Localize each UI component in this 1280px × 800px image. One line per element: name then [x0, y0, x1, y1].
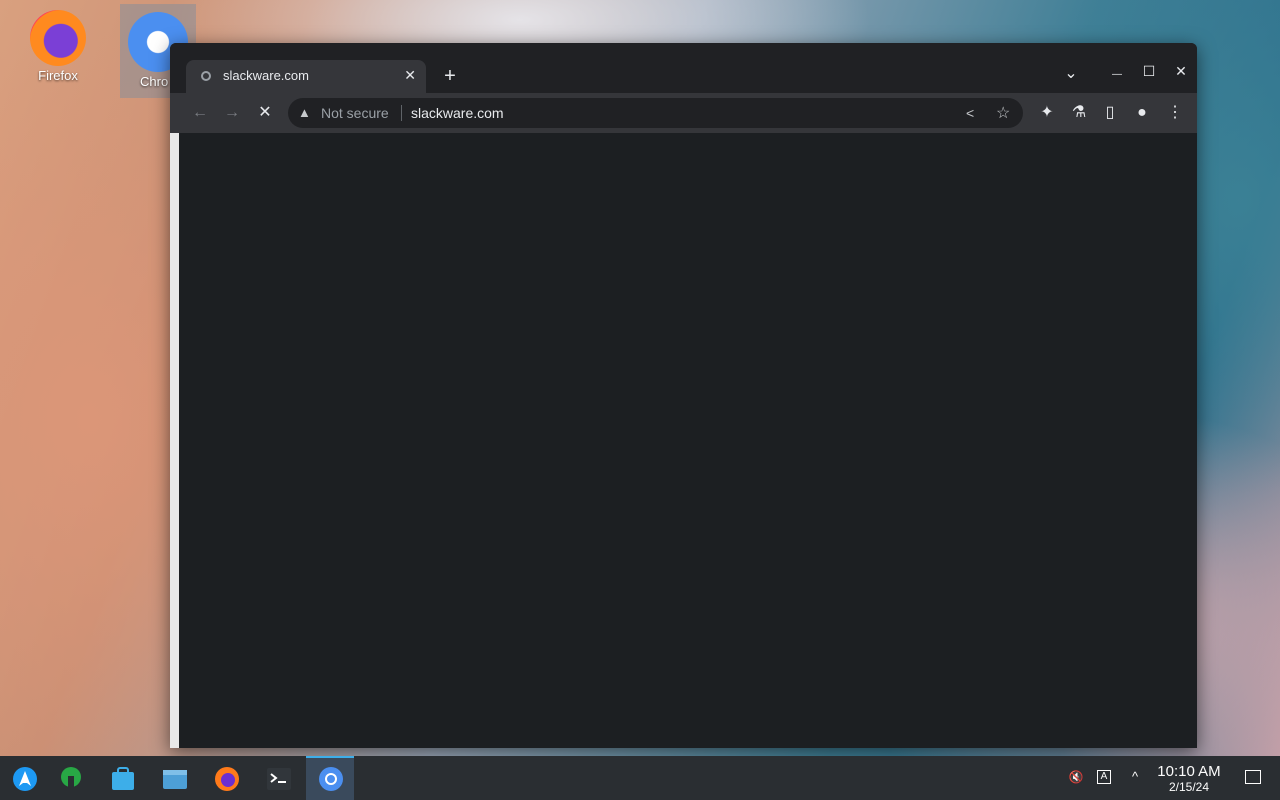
forward-icon[interactable]: →: [222, 103, 242, 123]
new-tab-button[interactable]: +: [440, 64, 460, 88]
page-content[interactable]: [179, 133, 1197, 748]
arch-launcher-icon: [13, 767, 37, 791]
toolbar: ← → ✕ ▲ Not secure slackware.com < ☆ ✦ ⚗…: [170, 93, 1197, 133]
chromium-icon: [319, 767, 343, 791]
tab-title: slackware.com: [223, 68, 309, 83]
address-bar[interactable]: ▲ Not secure slackware.com < ☆: [288, 98, 1023, 128]
tab-close-icon[interactable]: ✕: [404, 67, 416, 84]
clock[interactable]: 10:10 AM 2/15/24: [1148, 763, 1230, 795]
extensions-icon[interactable]: ✦: [1037, 103, 1057, 123]
desktop-icon-label: Firefox: [38, 68, 78, 83]
loading-favicon-icon: [201, 71, 211, 81]
task-firefox[interactable]: [202, 758, 250, 798]
tab-strip: slackware.com ✕ + ⌄ — ☐ ✕: [170, 43, 1197, 93]
tab-slackware[interactable]: slackware.com ✕: [186, 60, 426, 93]
settings-wrench-icon: [61, 767, 81, 790]
desktop-icon-firefox[interactable]: Firefox: [20, 2, 96, 83]
store-bag-icon: [112, 767, 134, 790]
back-icon[interactable]: ←: [190, 103, 210, 123]
firefox-icon: [30, 10, 86, 66]
task-chromium[interactable]: [306, 756, 354, 800]
window-edge: [170, 133, 179, 748]
volume-muted-icon[interactable]: 🔇: [1067, 768, 1085, 786]
task-system-settings[interactable]: [46, 758, 94, 798]
stop-loading-icon[interactable]: ✕: [255, 103, 275, 123]
terminal-icon: [267, 768, 291, 790]
security-status[interactable]: Not secure: [321, 105, 389, 121]
bookmark-star-icon[interactable]: ☆: [996, 103, 1010, 123]
task-file-manager[interactable]: [150, 758, 198, 798]
minimize-icon[interactable]: —: [1106, 69, 1128, 80]
maximize-icon[interactable]: ☐: [1138, 63, 1160, 80]
show-desktop-button[interactable]: [1245, 770, 1261, 784]
clock-time: 10:10 AM: [1157, 763, 1221, 780]
url-text[interactable]: slackware.com: [411, 105, 504, 121]
taskbar: 🔇 A ^ 10:10 AM 2/15/24: [0, 756, 1280, 800]
tab-search-icon[interactable]: ⌄: [1060, 63, 1082, 83]
keyboard-layout-icon[interactable]: A: [1097, 770, 1111, 784]
firefox-icon: [215, 767, 239, 791]
close-icon[interactable]: ✕: [1170, 63, 1192, 80]
clock-date: 2/15/24: [1168, 780, 1210, 794]
task-terminal[interactable]: [254, 758, 302, 798]
warning-icon: ▲: [298, 105, 311, 120]
divider: [401, 105, 402, 121]
profile-icon[interactable]: ●: [1132, 103, 1152, 123]
browser-window: slackware.com ✕ + ⌄ — ☐ ✕ ← → ✕ ▲ Not se…: [170, 43, 1197, 748]
labs-icon[interactable]: ⚗: [1069, 103, 1089, 123]
app-launcher[interactable]: [0, 758, 48, 798]
side-panel-icon[interactable]: ▯: [1100, 103, 1120, 123]
expand-tray-icon[interactable]: ^: [1126, 768, 1144, 786]
task-discover[interactable]: [98, 758, 146, 798]
share-icon[interactable]: <: [966, 105, 974, 121]
folder-icon: [163, 770, 187, 789]
menu-icon[interactable]: ⋮: [1165, 103, 1185, 123]
